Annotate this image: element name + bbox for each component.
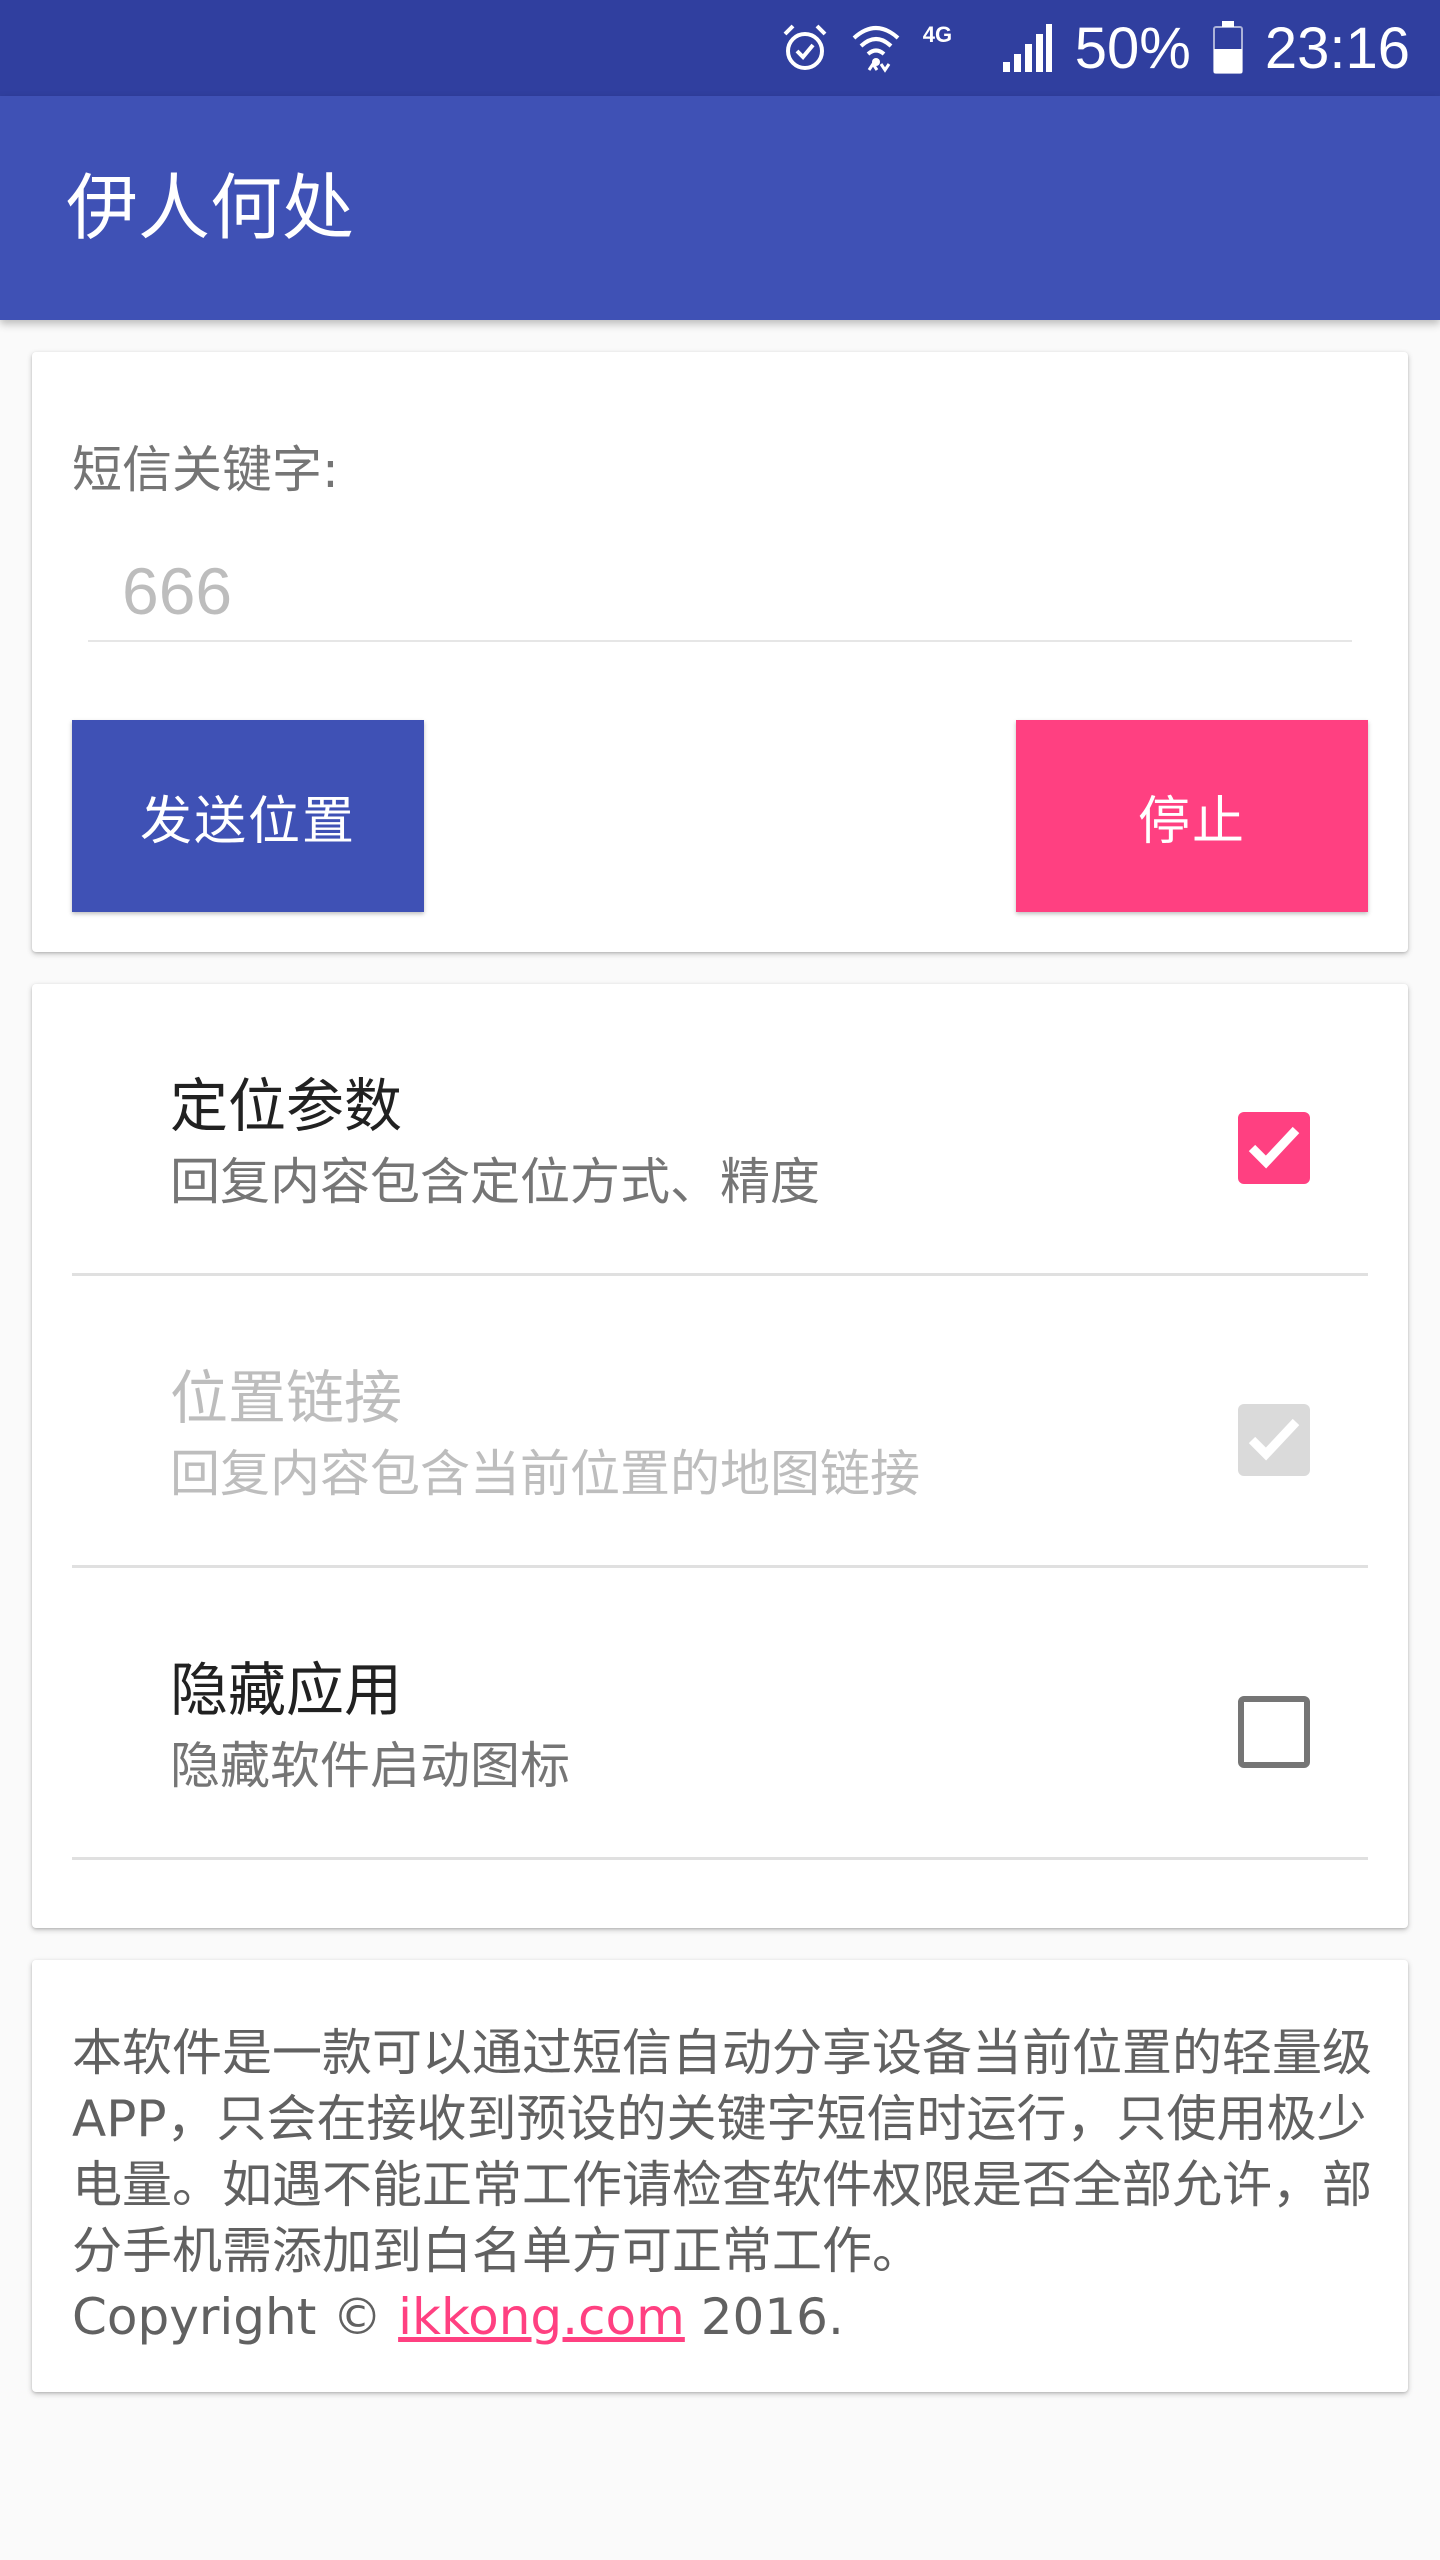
copyright-prefix: Copyright © (72, 2288, 399, 2346)
website-link[interactable]: ikkong.com (398, 2288, 685, 2346)
battery-icon (1212, 21, 1243, 75)
about-description: 本软件是一款可以通过短信自动分享设备当前位置的轻量级APP，只会在接收到预设的关… (72, 2024, 1372, 2280)
setting-location-link: 位置链接 回复内容包含当前位置的地图链接 (72, 1276, 1368, 1568)
setting-title: 定位参数 (170, 1072, 403, 1140)
location-link-checkbox (1238, 1404, 1310, 1476)
check-icon (1248, 1418, 1300, 1461)
setting-title: 位置链接 (170, 1364, 403, 1432)
about-card: 本软件是一款可以通过短信自动分享设备当前位置的轻量级APP，只会在接收到预设的关… (32, 1960, 1408, 2392)
battery-percent: 50% (1074, 15, 1191, 81)
copyright-suffix: 2016. (684, 2288, 844, 2346)
setting-title: 隐藏应用 (170, 1656, 403, 1724)
keyword-card: 短信关键字: 发送位置 停止 (32, 352, 1408, 952)
network-type-indicator: 4G (923, 18, 979, 78)
app-title: 伊人何处 (66, 166, 355, 250)
wifi-icon (851, 22, 901, 74)
status-bar: 4G 50% 23:16 (0, 0, 1440, 96)
network-type-label: 4G (922, 22, 953, 47)
keyword-label: 短信关键字: (72, 441, 339, 499)
alarm-icon (781, 22, 829, 74)
setting-summary: 隐藏软件启动图标 (170, 1737, 570, 1795)
status-icons: 4G 50% 23:16 (781, 0, 1410, 96)
cellular-signal-icon (1001, 22, 1053, 74)
setting-summary: 回复内容包含当前位置的地图链接 (170, 1445, 920, 1503)
setting-hide-app[interactable]: 隐藏应用 隐藏软件启动图标 (72, 1568, 1368, 1860)
divider (72, 1857, 1368, 1860)
location-params-checkbox[interactable] (1238, 1112, 1310, 1184)
setting-location-params[interactable]: 定位参数 回复内容包含定位方式、精度 (72, 984, 1368, 1276)
keyword-input[interactable] (88, 542, 1352, 642)
check-icon (1248, 1126, 1300, 1169)
about-text: 本软件是一款可以通过短信自动分享设备当前位置的轻量级APP，只会在接收到预设的关… (72, 2020, 1372, 2350)
hide-app-checkbox[interactable] (1238, 1696, 1310, 1768)
stop-button[interactable]: 停止 (1016, 720, 1368, 912)
send-location-button[interactable]: 发送位置 (72, 720, 424, 912)
settings-card: 定位参数 回复内容包含定位方式、精度 位置链接 回复内容包含当前位置的地图链接 … (32, 984, 1408, 1928)
app-bar: 伊人何处 (0, 96, 1440, 320)
clock: 23:16 (1264, 15, 1410, 81)
setting-summary: 回复内容包含定位方式、精度 (170, 1153, 820, 1211)
